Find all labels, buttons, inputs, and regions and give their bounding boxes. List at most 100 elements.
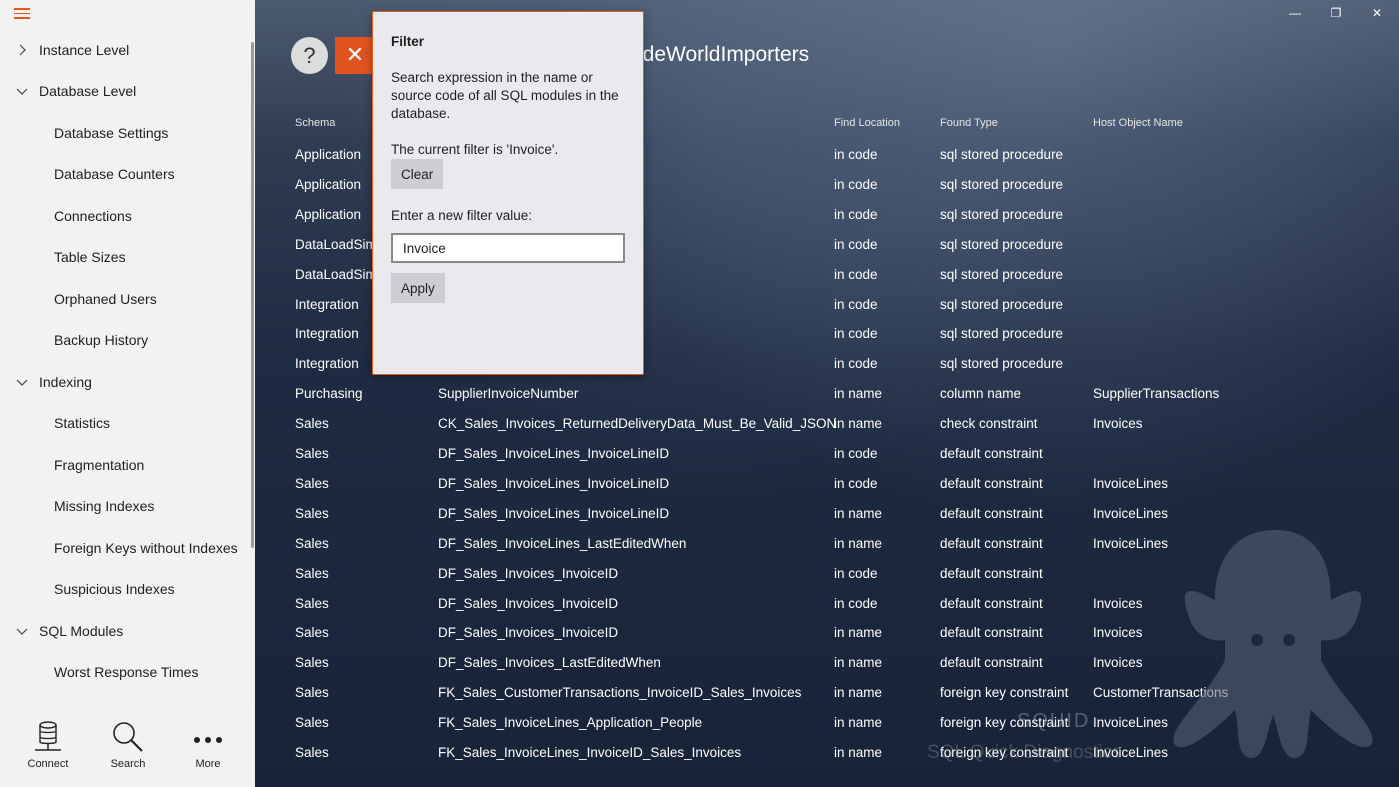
page-title: ideWorldImporters [638,43,810,66]
table-row[interactable]: Sales DF_Sales_InvoiceLines_InvoiceLineID… [283,498,1383,528]
cell-schema: DataLoadSim [295,236,377,252]
cell-find-location: in name [834,685,883,701]
cell-object-name: DF_Sales_InvoiceLines_InvoiceLineID [438,446,670,461]
connect-button[interactable]: Connect [8,716,88,780]
sidebar-item-backup-history[interactable]: Backup History [0,320,250,360]
sidebar-item-foreign-keys-without-indexes[interactable]: Foreign Keys without Indexes [0,528,250,568]
cell-found-type: sql stored procedure [940,176,1064,192]
chevron-down-icon [16,85,39,97]
cell-schema: Sales [295,655,329,671]
sidebar-item-sql-modules[interactable]: SQL Modules [0,611,250,651]
clear-button[interactable]: Clear [391,159,444,189]
cell-schema: Sales [295,595,329,611]
column-header-host-object-name[interactable]: Host Object Name [1093,117,1183,129]
help-button[interactable]: ? [291,37,328,74]
window-close-button[interactable]: ✕ [1359,6,1395,24]
filter-value-input[interactable] [391,233,625,263]
sidebar-item-label: Indexing [39,374,92,390]
cell-find-location: in name [834,386,883,402]
cell-host-object: Invoices [1093,416,1143,432]
cell-found-type: sql stored procedure [940,326,1064,342]
cell-found-type: sql stored procedure [940,266,1064,282]
watermark-name: SQUID [1017,710,1091,732]
minimize-button[interactable]: — [1277,6,1313,24]
cell-found-type: default constraint [940,625,1043,641]
cell-found-type: sql stored procedure [940,206,1064,222]
cell-schema: Integration [295,326,359,342]
cell-find-location: in code [834,326,878,342]
cell-object-name: DF_Sales_Invoices_InvoiceID [438,565,619,581]
cell-find-location: in code [834,266,878,282]
sidebar-scrollbar[interactable] [251,42,254,548]
cell-found-type: default constraint [940,535,1043,551]
sidebar-item-database-settings[interactable]: Database Settings [0,113,250,153]
sidebar-item-worst-response-times[interactable]: Worst Response Times [0,652,250,692]
cell-schema: Sales [295,715,329,731]
sidebar: Instance Level Database Level Database S… [0,0,255,787]
clear-filter-button[interactable]: ✕ [335,37,375,74]
sidebar-item-label: Orphaned Users [54,291,157,307]
sidebar-item-label: Backup History [54,332,149,348]
cell-object-name: DF_Sales_Invoices_LastEditedWhen [438,655,661,671]
cell-host-object: Invoices [1093,625,1143,641]
chevron-right-icon [16,44,39,56]
cell-host-object: SupplierTransactions [1093,386,1220,402]
sidebar-item-instance-level[interactable]: Instance Level [0,30,250,70]
cell-host-object: InvoiceLines [1093,475,1169,491]
sidebar-item-orphaned-users[interactable]: Orphaned Users [0,279,250,319]
cell-object-name: DF_Sales_Invoices_InvoiceID [438,625,619,641]
cell-found-type: sql stored procedure [940,147,1064,162]
cell-found-type: default constraint [940,446,1043,461]
hamburger-menu-icon[interactable] [14,8,30,22]
apply-button[interactable]: Apply [391,273,445,303]
cell-schema: Sales [295,565,329,581]
cell-schema: DataLoadSim [295,266,377,282]
table-row[interactable]: Sales CK_Sales_Invoices_ReturnedDeliveryD… [283,408,1383,438]
sidebar-item-indexing[interactable]: Indexing [0,362,250,402]
squid-logo-icon [1173,530,1373,759]
cell-found-type: default constraint [940,475,1043,491]
cell-object-name: DF_Sales_Invoices_InvoiceID [438,595,619,611]
cell-found-type: default constraint [940,655,1043,671]
sidebar-item-database-level[interactable]: Database Level [0,71,250,111]
cell-find-location: in name [834,715,883,731]
sidebar-item-fragmentation[interactable]: Fragmentation [0,445,250,485]
sidebar-item-statistics[interactable]: Statistics [0,403,250,443]
cell-schema: Application [295,176,362,192]
more-button[interactable]: More [168,716,248,780]
filter-description: Search expression in the name or source … [391,70,619,121]
column-header-find-location[interactable]: Find Location [834,117,900,129]
filter-flyout: Filter Search expression in the name or … [372,11,644,375]
cell-object-name: FK_Sales_CustomerTransactions_InvoiceID_… [438,685,802,701]
sidebar-item-connections[interactable]: Connections [0,196,250,236]
sidebar-item-suspicious-indexes[interactable]: Suspicious Indexes [0,569,250,609]
table-row[interactable]: Sales DF_Sales_InvoiceLines_InvoiceLineID… [283,438,1383,468]
sidebar-item-label: Database Level [39,83,137,99]
table-row[interactable]: Sales DF_Sales_InvoiceLines_InvoiceLineID… [283,468,1383,498]
restore-button[interactable]: ❐ [1318,6,1354,24]
cell-schema: Sales [295,416,329,432]
cell-schema: Integration [295,356,359,372]
table-row[interactable]: Purchasing SupplierInvoiceNumber in name co… [283,378,1383,408]
cell-schema: Sales [295,446,329,461]
column-header-schema[interactable]: Schema [295,117,335,129]
cell-find-location: in name [834,535,883,551]
cell-host-object: InvoiceLines [1093,505,1169,521]
cell-schema: Sales [295,745,329,760]
search-icon [113,722,143,752]
cell-schema: Sales [295,625,329,641]
cell-find-location: in code [834,595,878,611]
sidebar-item-table-sizes[interactable]: Table Sizes [0,237,250,277]
sidebar-item-missing-indexes[interactable]: Missing Indexes [0,486,250,526]
column-header-found-type[interactable]: Found Type [940,117,998,129]
cell-found-type: default constraint [940,505,1043,521]
sidebar-item-database-counters[interactable]: Database Counters [0,154,250,194]
cell-find-location: in code [834,356,878,372]
sidebar-item-label: SQL Modules [39,623,124,639]
cell-schema: Sales [295,535,329,551]
sidebar-item-label: Foreign Keys without Indexes [54,540,238,556]
cell-find-location: in name [834,745,883,760]
search-button[interactable]: Search [88,716,168,780]
cell-object-name: CK_Sales_Invoices_ReturnedDeliveryData_M… [438,416,837,432]
cell-host-object: Invoices [1093,595,1143,611]
